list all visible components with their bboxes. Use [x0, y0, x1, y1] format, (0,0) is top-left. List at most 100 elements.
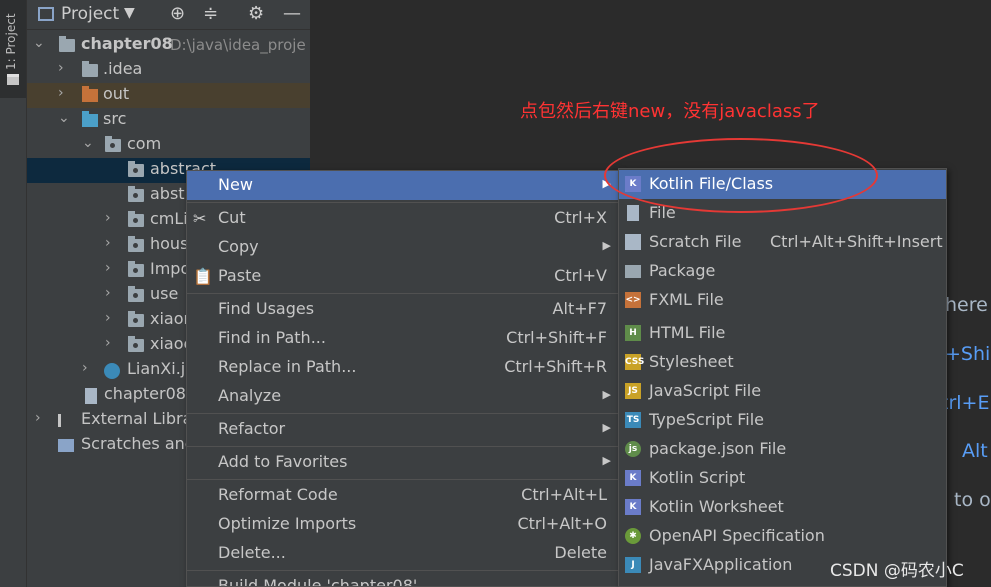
menu-item-shortcut: Ctrl+V [554, 266, 607, 285]
project-tool-tab[interactable]: 1: Project [0, 0, 26, 98]
submenu-item-package-json[interactable]: js package.json File [619, 435, 946, 464]
project-view-icon [38, 7, 54, 21]
tree-item-chapter08[interactable]: ⌄ chapter08 D:\java\idea_proje [27, 33, 310, 58]
chevron-right-icon[interactable]: › [105, 235, 111, 251]
menu-item-cut[interactable]: ✂ Cut Ctrl+X [187, 204, 619, 233]
menu-item-label: Paste [218, 266, 262, 285]
submenu-item-label: Kotlin File/Class [649, 174, 774, 193]
tree-item-com[interactable]: ⌄ com [27, 133, 310, 158]
minimize-icon[interactable]: — [283, 3, 301, 24]
submenu-item-openapi[interactable]: ✱ OpenAPI Specification [619, 522, 946, 551]
menu-item-shortcut: Ctrl+Shift+R [504, 357, 607, 376]
chevron-right-icon[interactable]: › [58, 85, 64, 101]
submenu-item-file[interactable]: File [619, 199, 946, 228]
kotlin-script-icon: K [625, 470, 641, 486]
chevron-down-icon[interactable]: ⌄ [82, 135, 94, 151]
chevron-down-icon[interactable]: ⌄ [58, 110, 70, 126]
submenu-item-kotlin-file[interactable]: K Kotlin File/Class [619, 170, 946, 199]
package-icon [128, 211, 144, 227]
submenu-item-label: JavaScript File [649, 381, 762, 400]
menu-separator [187, 202, 619, 203]
menu-item-analyze[interactable]: Analyze ▶ [187, 382, 619, 411]
submenu-item-label: TypeScript File [649, 410, 765, 429]
submenu-item-label: package.json File [649, 439, 787, 458]
menu-separator [187, 570, 619, 571]
fxml-icon: <> [625, 292, 641, 308]
package-icon [128, 161, 144, 177]
gear-icon[interactable]: ⚙ [248, 3, 264, 24]
chevron-right-icon[interactable]: › [82, 360, 88, 376]
submenu-item-typescript-file[interactable]: TS TypeScript File [619, 406, 946, 435]
chevron-right-icon[interactable]: › [35, 410, 41, 426]
library-icon [58, 414, 74, 427]
kotlin-worksheet-icon: K [625, 499, 641, 515]
editor-hint-text: to o [954, 489, 991, 511]
package-icon [128, 186, 144, 202]
submenu-item-scratch-file[interactable]: Scratch File Ctrl+Alt+Shift+Insert [619, 228, 946, 257]
submenu-item-javascript-file[interactable]: JS JavaScript File [619, 377, 946, 406]
tree-item-label: chapter08 [81, 34, 173, 53]
menu-item-shortcut: Ctrl+X [554, 208, 607, 227]
submenu-item-kotlin-worksheet[interactable]: K Kotlin Worksheet [619, 493, 946, 522]
menu-item-label: Cut [218, 208, 246, 227]
tree-item-path: D:\java\idea_proje [170, 36, 306, 54]
tree-item-label: abstr [150, 184, 192, 203]
chevron-down-icon[interactable]: ▼ [124, 5, 135, 21]
menu-item-optimize-imports[interactable]: Optimize Imports Ctrl+Alt+O [187, 510, 619, 539]
submenu-item-label: Scratch File [649, 232, 742, 251]
collapse-icon[interactable]: ≑ [203, 3, 218, 24]
project-view-title[interactable]: Project [61, 4, 119, 24]
file-icon [627, 205, 639, 221]
submenu-item-package[interactable]: Package [619, 257, 946, 286]
submenu-item-html-file[interactable]: H HTML File [619, 319, 946, 348]
chevron-down-icon[interactable]: ⌄ [33, 35, 45, 51]
chevron-right-icon: ▶ [602, 421, 611, 434]
chevron-right-icon[interactable]: › [58, 60, 64, 76]
scratch-icon [625, 234, 641, 250]
editor-hint-shortcut: trl+E [941, 392, 990, 414]
project-panel-header: Project ▼ ⊕ ≑ ⚙ — [27, 0, 310, 30]
tree-item-out[interactable]: › out [27, 83, 310, 108]
menu-item-add-to-favorites[interactable]: Add to Favorites ▶ [187, 448, 619, 477]
module-folder-icon [59, 36, 75, 52]
menu-separator [187, 413, 619, 414]
menu-item-reformat-code[interactable]: Reformat Code Ctrl+Alt+L [187, 481, 619, 510]
locate-icon[interactable]: ⊕ [170, 3, 185, 24]
js-icon: JS [625, 383, 641, 399]
tree-item-label: out [103, 84, 130, 103]
menu-item-find-usages[interactable]: Find Usages Alt+F7 [187, 295, 619, 324]
menu-item-build-module[interactable]: Build Module 'chapter08' [187, 572, 619, 586]
chevron-right-icon[interactable]: › [105, 310, 111, 326]
chevron-right-icon[interactable]: › [105, 260, 111, 276]
menu-item-find-in-path[interactable]: Find in Path... Ctrl+Shift+F [187, 324, 619, 353]
tree-item-label: Scratches and [81, 434, 195, 453]
chevron-right-icon[interactable]: › [105, 210, 111, 226]
submenu-item-kotlin-script[interactable]: K Kotlin Script [619, 464, 946, 493]
menu-item-delete[interactable]: Delete... Delete [187, 539, 619, 568]
submenu-item-label: File [649, 203, 676, 222]
menu-item-new[interactable]: New ▶ [187, 171, 619, 200]
package-icon [105, 136, 121, 152]
package-icon [625, 265, 641, 278]
package-icon [128, 261, 144, 277]
ts-icon: TS [625, 412, 641, 428]
scratches-icon [58, 439, 74, 452]
tree-item-idea[interactable]: › .idea [27, 58, 310, 83]
submenu-item-stylesheet[interactable]: CSS Stylesheet [619, 348, 946, 377]
tree-item-label: cmLi [150, 209, 188, 228]
tree-item-src[interactable]: ⌄ src [27, 108, 310, 133]
tree-item-label: chapter08.i [104, 384, 196, 403]
editor-hint-shortcut: +Shi [945, 343, 991, 365]
menu-item-label: Replace in Path... [218, 357, 357, 376]
submenu-item-label: Package [649, 261, 716, 280]
chevron-right-icon: ▶ [602, 388, 611, 401]
chevron-right-icon[interactable]: › [105, 285, 111, 301]
submenu-item-fxml-file[interactable]: <> FXML File [619, 286, 946, 315]
package-icon [128, 236, 144, 252]
chevron-right-icon[interactable]: › [105, 335, 111, 351]
menu-item-replace-in-path[interactable]: Replace in Path... Ctrl+Shift+R [187, 353, 619, 382]
menu-item-refactor[interactable]: Refactor ▶ [187, 415, 619, 444]
menu-item-paste[interactable]: 📋 Paste Ctrl+V [187, 262, 619, 291]
annotation-note: 点包然后右键new，没有javaclass了 [520, 101, 820, 122]
menu-item-copy[interactable]: Copy ▶ [187, 233, 619, 262]
